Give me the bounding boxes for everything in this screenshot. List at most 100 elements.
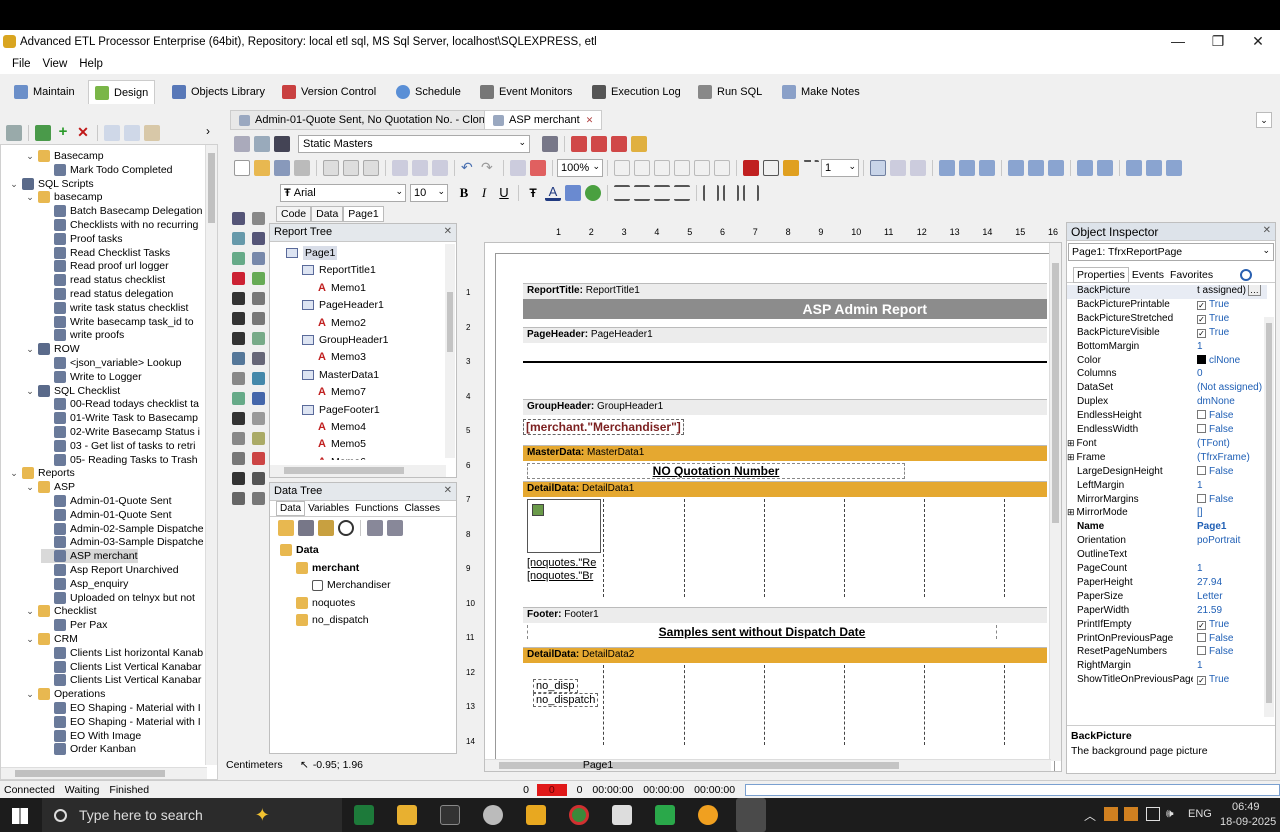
zoom-select[interactable]: 100% ⌄ bbox=[557, 159, 603, 177]
tab-schedule[interactable]: Schedule bbox=[390, 80, 467, 104]
property-row[interactable]: Name Page1 bbox=[1067, 521, 1267, 535]
cut-icon[interactable] bbox=[392, 160, 408, 176]
italic-icon[interactable]: I bbox=[476, 185, 492, 201]
gear-icon[interactable] bbox=[252, 492, 265, 505]
valign-middle-icon[interactable] bbox=[723, 185, 739, 201]
property-row[interactable]: ResetPageNumbers False bbox=[1067, 646, 1267, 660]
close-tab-icon[interactable]: ✕ bbox=[586, 115, 594, 126]
tab-classes[interactable]: Classes bbox=[401, 502, 443, 515]
document-icon[interactable] bbox=[612, 805, 632, 825]
tree-item[interactable]: 05- Reading Tasks to Trash bbox=[41, 453, 198, 467]
expand-chevron-icon[interactable]: ⌄ bbox=[25, 480, 35, 494]
property-row[interactable]: EndlessWidth False bbox=[1067, 424, 1267, 438]
band-detail-data-1[interactable]: DetailData: DetailData1 [noquotes."Re [n… bbox=[523, 481, 1047, 599]
property-value[interactable]: 1 bbox=[1193, 660, 1265, 674]
font-size-select[interactable]: 10 ⌄ bbox=[410, 184, 448, 202]
property-row[interactable]: Duplex dmNone bbox=[1067, 396, 1267, 410]
report-canvas[interactable]: ReportTitle: ReportTitle1 ASP Admin Repo… bbox=[484, 242, 1062, 772]
tree-item[interactable]: Write basecamp task_id to bbox=[41, 315, 194, 329]
text-align-center-icon[interactable] bbox=[634, 185, 650, 201]
undo-icon[interactable]: ↶ bbox=[461, 160, 477, 176]
property-row[interactable]: ⊞ Frame (TfrxFrame) bbox=[1067, 452, 1267, 466]
tree-item[interactable]: 03 - Get list of tasks to retri bbox=[41, 439, 195, 453]
tab-properties[interactable]: Properties bbox=[1073, 266, 1129, 283]
tab-data[interactable]: Data bbox=[276, 501, 306, 516]
tree-item[interactable]: ⌄ SQL Scripts bbox=[9, 177, 94, 191]
space-horizontal-icon[interactable] bbox=[1077, 160, 1093, 176]
save-icon[interactable] bbox=[274, 136, 290, 152]
tab-functions[interactable]: Functions bbox=[352, 502, 401, 515]
property-row[interactable]: ShowTitleOnPreviousPage ✓ True bbox=[1067, 674, 1267, 688]
valign-bottom-icon[interactable] bbox=[743, 185, 759, 201]
report-tree-item[interactable]: A Memo6 bbox=[318, 455, 366, 460]
globe-icon[interactable] bbox=[252, 392, 265, 405]
new-icon[interactable] bbox=[35, 125, 51, 141]
property-value[interactable]: poPortrait bbox=[1193, 535, 1265, 549]
chrome-icon[interactable] bbox=[569, 805, 589, 825]
no-dispatch-memo-2[interactable]: no_dispatch bbox=[533, 693, 599, 707]
tab-data[interactable]: Data bbox=[311, 206, 344, 222]
text-justify-icon[interactable] bbox=[674, 185, 690, 201]
powerbi-icon[interactable] bbox=[526, 805, 546, 825]
expand-chevron-icon[interactable]: ⌄ bbox=[25, 687, 35, 701]
copy-icon[interactable] bbox=[124, 125, 140, 141]
property-row[interactable]: PrintIfEmpty ✓ True bbox=[1067, 619, 1267, 633]
tree-item[interactable]: EO With Image bbox=[41, 729, 141, 743]
sum-icon[interactable] bbox=[232, 312, 245, 325]
tab-objects-library[interactable]: Objects Library bbox=[166, 80, 271, 104]
valign-top-icon[interactable] bbox=[703, 185, 719, 201]
band-detail-data-2[interactable]: DetailData: DetailData2 no_disp no_dispa… bbox=[523, 647, 1047, 747]
tree-item[interactable]: Mark Todo Completed bbox=[41, 163, 173, 177]
map-icon[interactable] bbox=[232, 432, 245, 445]
samples-memo[interactable]: Samples sent without Dispatch Date bbox=[527, 625, 997, 639]
volume-icon[interactable]: 🕪 bbox=[1166, 806, 1174, 821]
gauge-icon[interactable] bbox=[252, 412, 265, 425]
property-value[interactable]: (TfrxFrame) bbox=[1193, 452, 1265, 466]
expand-chevron-icon[interactable]: ⌄ bbox=[25, 604, 35, 618]
property-value[interactable]: clNone bbox=[1193, 354, 1265, 369]
dataset-select[interactable]: Static Masters ⌄ bbox=[298, 135, 530, 153]
property-row[interactable]: OutlineText bbox=[1067, 549, 1267, 563]
tree-item[interactable]: Clients List horizontal Kanab bbox=[41, 646, 203, 660]
align-bottom-icon[interactable] bbox=[1048, 160, 1064, 176]
sort-desc-icon[interactable] bbox=[387, 520, 403, 536]
property-value[interactable]: (Not assigned) bbox=[1193, 382, 1265, 396]
tab-maintain[interactable]: Maintain bbox=[8, 80, 81, 104]
font-color-icon[interactable]: A bbox=[545, 185, 561, 201]
pen-icon[interactable] bbox=[232, 292, 245, 305]
inspector-object-select[interactable]: Page1: TfrxReportPage ⌄ bbox=[1068, 243, 1274, 261]
property-value[interactable]: 1 bbox=[1193, 563, 1265, 577]
add-page-icon[interactable] bbox=[323, 160, 339, 176]
tree-item[interactable]: ⌄ ASP bbox=[25, 480, 75, 494]
tab-version-control[interactable]: Version Control bbox=[276, 80, 382, 104]
doc-tab-admin-clone[interactable]: Admin-01-Quote Sent, No Quotation No. - … bbox=[230, 110, 514, 130]
tree-item[interactable]: Checklists with no recurring bbox=[41, 218, 198, 232]
property-value[interactable]: 0 bbox=[1193, 368, 1265, 382]
tree-item[interactable]: 00-Read todays checklist ta bbox=[41, 397, 199, 411]
highlight-icon[interactable] bbox=[565, 185, 581, 201]
excel-icon[interactable] bbox=[354, 805, 374, 825]
report-tree-item[interactable]: ReportTitle1 bbox=[302, 263, 376, 277]
text-align-left-icon[interactable] bbox=[614, 185, 630, 201]
property-row[interactable]: BottomMargin 1 bbox=[1067, 341, 1267, 355]
property-row[interactable]: ⊞ MirrorMode [] bbox=[1067, 507, 1267, 521]
property-row[interactable]: BackPicture t assigned)… bbox=[1067, 285, 1267, 299]
property-row[interactable]: PaperSize Letter bbox=[1067, 591, 1267, 605]
report-tree-item[interactable]: GroupHeader1 bbox=[302, 333, 388, 347]
tab-favorites[interactable]: Favorites bbox=[1167, 268, 1216, 282]
property-row[interactable]: PrintOnPreviousPage False bbox=[1067, 632, 1267, 647]
bold-icon[interactable]: B bbox=[456, 185, 472, 201]
paste-icon[interactable] bbox=[432, 160, 448, 176]
align-top-icon[interactable] bbox=[1008, 160, 1024, 176]
close-icon[interactable]: ✕ bbox=[444, 226, 452, 237]
text-tool-icon[interactable] bbox=[252, 232, 265, 245]
tree-item[interactable]: Read Checklist Tasks bbox=[41, 246, 170, 260]
property-row[interactable]: RightMargin 1 bbox=[1067, 660, 1267, 674]
zip-icon[interactable] bbox=[232, 452, 245, 465]
property-row[interactable]: PageCount 1 bbox=[1067, 563, 1267, 577]
menu-view[interactable]: View bbox=[43, 58, 68, 70]
property-value[interactable]: t assigned)… bbox=[1193, 285, 1265, 299]
tree-item[interactable]: ASP merchant bbox=[41, 549, 138, 564]
tree-item[interactable]: Clients List Vertical Kanabar bbox=[41, 660, 201, 674]
richtext-icon[interactable] bbox=[252, 332, 265, 345]
